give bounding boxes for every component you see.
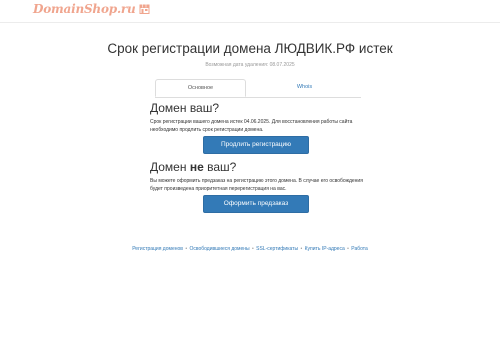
site-logo[interactable]: DomainShop.ru — [33, 2, 150, 16]
footer-separator: • — [185, 246, 188, 252]
tab-whois[interactable]: Whois — [248, 79, 361, 97]
not-owner-heading: Домен не ваш? — [150, 160, 236, 174]
not-owner-heading-suffix: ваш? — [203, 160, 237, 174]
footer-separator: • — [347, 246, 349, 252]
shop-icon — [139, 4, 150, 14]
not-owner-heading-bold: не — [189, 160, 204, 174]
tab-main[interactable]: Основное — [155, 79, 246, 97]
footer-separator: • — [300, 246, 303, 252]
logo-text: DomainShop.ru — [33, 2, 136, 16]
footer-link-buy-ip[interactable]: Купить IP-адреса — [305, 246, 345, 252]
footer-separator: • — [251, 246, 254, 252]
owner-heading: Домен ваш? — [150, 101, 220, 115]
preorder-button[interactable]: Оформить предзаказ — [203, 195, 309, 213]
not-owner-text: Вы можете оформить предзаказ на регистра… — [150, 178, 363, 193]
tab-bar: Основное Whois — [155, 79, 361, 98]
not-owner-heading-prefix: Домен — [150, 160, 190, 174]
footer-links: Регистрация доменов • Освободившиеся дом… — [0, 246, 500, 252]
renew-registration-button[interactable]: Продлить регистрацию — [203, 136, 309, 154]
footer-link-ssl[interactable]: SSL-сертификаты — [256, 246, 298, 252]
footer-link-jobs[interactable]: Работа — [351, 246, 368, 252]
page-title: Срок регистрации домена ЛЮДВИК.РФ истек — [107, 41, 393, 56]
deletion-date: Возможная дата удаления: 08.07.2025 — [205, 62, 295, 68]
owner-text: Срок регистрации вашего домена истек 04.… — [150, 119, 353, 134]
site-header: DomainShop.ru — [0, 0, 500, 23]
footer-link-freed-domains[interactable]: Освободившиеся домены — [189, 246, 249, 252]
footer-link-domain-registration[interactable]: Регистрация доменов — [132, 246, 183, 252]
